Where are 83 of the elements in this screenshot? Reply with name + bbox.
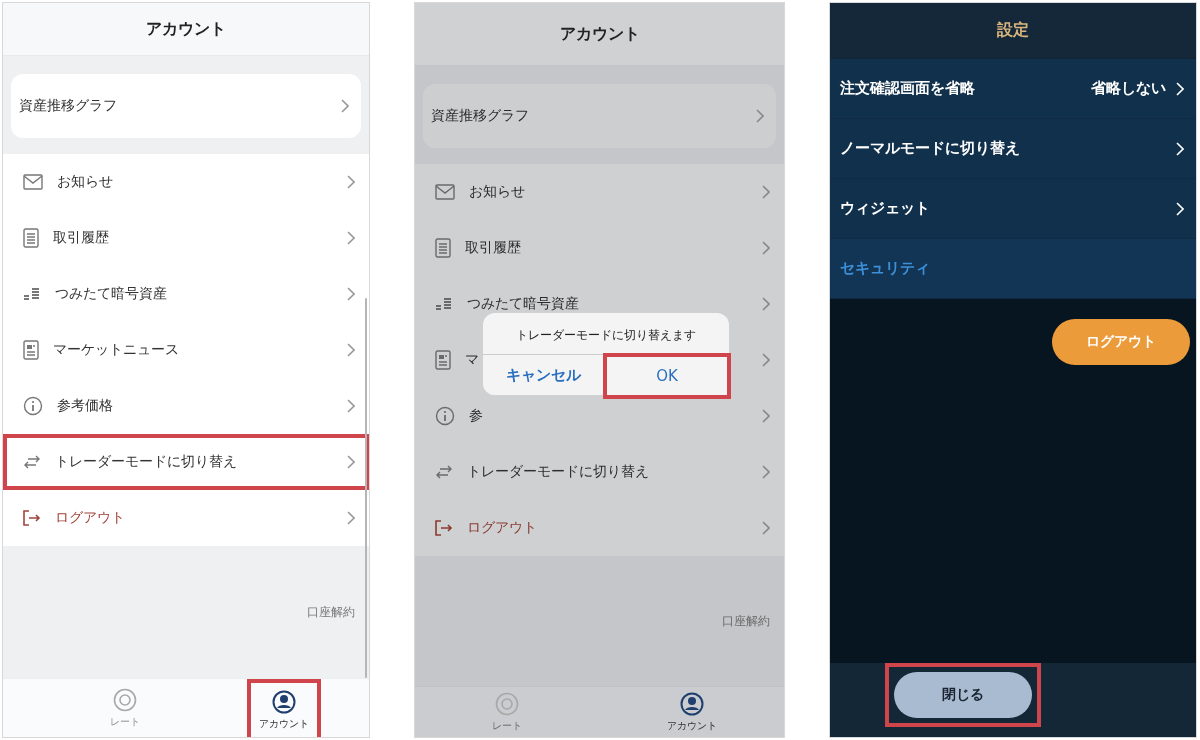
item-label: 参 [469, 406, 483, 425]
item-label: ウィジェット [840, 199, 930, 218]
newspaper-icon [23, 340, 39, 360]
item-label: ノーマルモードに切り替え [840, 139, 1020, 158]
tab[interactable]: アカウント [247, 679, 321, 737]
item-label: 資産推移グラフ [19, 97, 117, 115]
close-button[interactable]: 閉じる [894, 672, 1032, 718]
chevron-icon [756, 109, 764, 123]
chevron-icon [762, 521, 770, 535]
logout-icon [435, 520, 453, 536]
bars-icon [435, 297, 453, 311]
coin-icon [113, 687, 137, 712]
menu-item[interactable]: ログアウト [415, 500, 784, 556]
menu-item[interactable]: 取引履歴 [415, 220, 784, 276]
chevron-icon [347, 342, 355, 357]
person-icon [679, 691, 704, 716]
screen-title: アカウント [559, 23, 640, 45]
item-label: トレーダーモードに切り替え [55, 453, 237, 471]
item-label: ログアウト [55, 509, 125, 527]
menu-item[interactable]: お知らせ [415, 164, 784, 220]
item-label: マーケットニュース [53, 340, 179, 359]
item-label: 資産推移グラフ [431, 107, 529, 125]
item-label: 取引履歴 [465, 238, 521, 257]
item-label: トレーダーモードに切り替え [467, 462, 649, 481]
coin-icon [495, 691, 520, 716]
chevron-icon [762, 408, 770, 423]
menu-item[interactable]: マーケットニュース [3, 322, 369, 378]
info-icon [435, 406, 455, 426]
person-icon [272, 689, 296, 714]
menu-item[interactable]: お知らせ [3, 154, 369, 210]
swap-arrows-icon [23, 455, 41, 469]
item-label: お知らせ [57, 172, 113, 191]
chevron-icon [762, 352, 770, 367]
info-icon [23, 396, 43, 416]
scrollbar[interactable] [365, 298, 367, 678]
settings-item[interactable]: 注文確認画面を省略 省略しない [830, 59, 1196, 119]
menu-item[interactable]: ログアウト [3, 490, 369, 546]
screen-title: アカウント [146, 18, 226, 40]
item-value: 省略しない [1091, 79, 1166, 98]
chevron-icon [1176, 201, 1184, 216]
chevron-icon [762, 296, 770, 311]
item-label: つみたて暗号資産 [467, 294, 579, 313]
item-label: つみたて暗号資産 [55, 284, 167, 303]
envelope-icon [23, 174, 43, 190]
item-label: セキュリティ [840, 259, 930, 278]
screen-title: 設定 [997, 20, 1029, 41]
item-label: 参考価格 [57, 396, 113, 415]
graph-item[interactable]: 資産推移グラフ [423, 84, 776, 148]
graph-item[interactable]: 資産推移グラフ [11, 74, 361, 138]
swap-arrows-icon [435, 465, 453, 479]
chevron-icon [1176, 141, 1184, 156]
settings-item[interactable]: ノーマルモードに切り替え [830, 119, 1196, 179]
close-account-link[interactable]: 口座解約 [307, 603, 355, 621]
dialog-button[interactable]: OK [603, 353, 731, 399]
logout-icon [23, 510, 41, 526]
list-icon [435, 238, 451, 258]
chevron-icon [347, 455, 355, 469]
bars-icon [23, 287, 41, 301]
item-label: 取引履歴 [53, 228, 109, 247]
chevron-icon [347, 286, 355, 301]
tab[interactable]: アカウント [599, 687, 784, 737]
item-label: マ [465, 350, 479, 369]
menu-item[interactable]: 参考価格 [3, 378, 369, 434]
chevron-icon [762, 464, 770, 479]
item-label: お知らせ [469, 182, 525, 201]
chevron-icon [762, 184, 770, 199]
chevron-icon [1176, 81, 1184, 96]
newspaper-icon [435, 350, 451, 370]
chevron-icon [341, 99, 349, 113]
menu-item[interactable]: 取引履歴 [3, 210, 369, 266]
item-label: ログアウト [467, 519, 537, 537]
settings-item[interactable]: ウィジェット [830, 179, 1196, 239]
chevron-icon [347, 511, 355, 525]
chevron-icon [762, 240, 770, 255]
list-icon [23, 228, 39, 248]
menu-item[interactable]: トレーダーモードに切り替え [415, 444, 784, 500]
item-label: 注文確認画面を省略 [840, 79, 975, 98]
menu-item[interactable]: つみたて暗号資産 [3, 266, 369, 322]
chevron-icon [347, 398, 355, 413]
envelope-icon [435, 184, 455, 200]
chevron-icon [347, 174, 355, 189]
menu-item[interactable]: トレーダーモードに切り替え [3, 434, 369, 490]
chevron-icon [347, 230, 355, 245]
